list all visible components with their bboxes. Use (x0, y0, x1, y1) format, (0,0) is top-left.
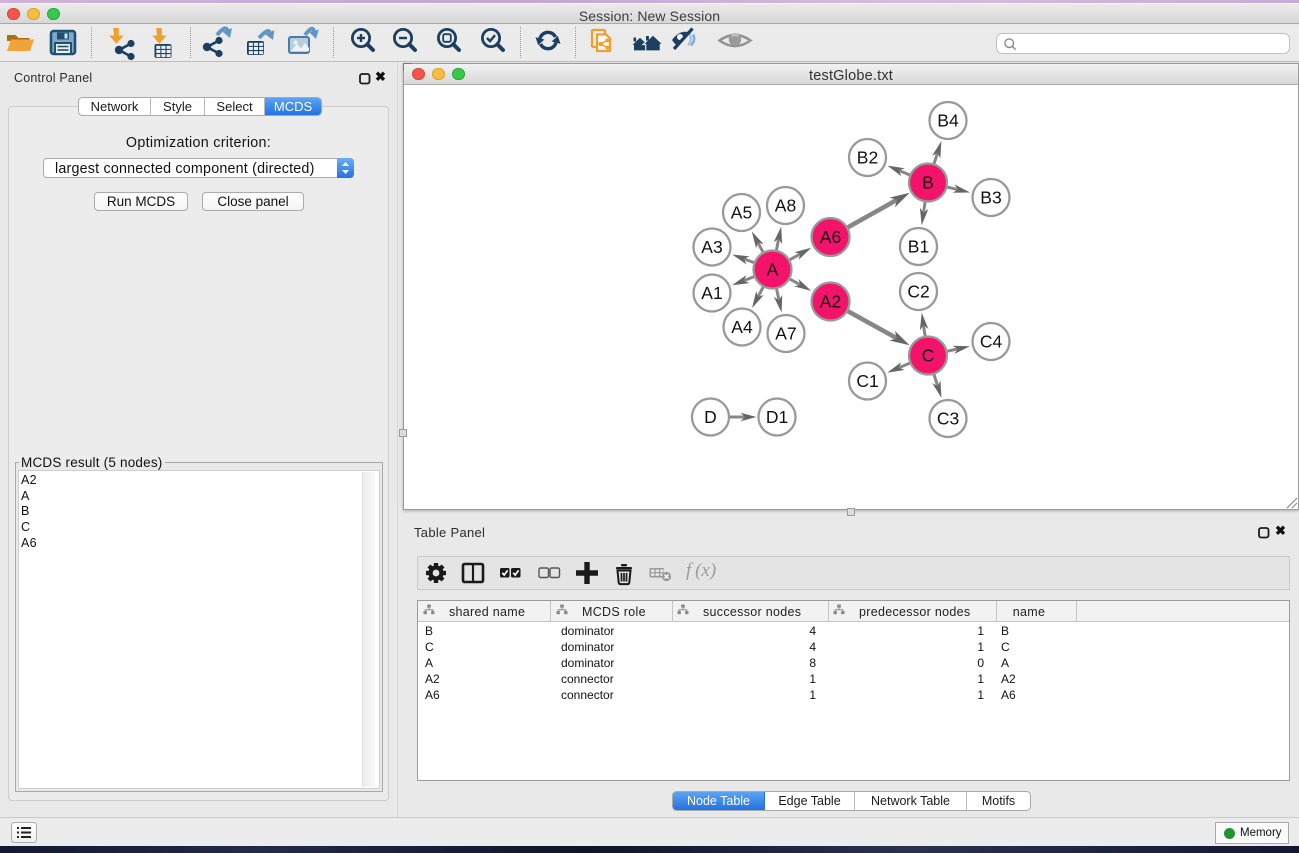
svg-text:C3: C3 (937, 409, 959, 429)
svg-text:D: D (704, 407, 717, 427)
svg-text:B1: B1 (908, 237, 929, 257)
svg-text:C: C (922, 346, 935, 366)
svg-text:A: A (767, 260, 779, 280)
svg-text:B4: B4 (937, 111, 959, 131)
svg-text:A1: A1 (701, 283, 722, 303)
svg-text:A8: A8 (775, 196, 796, 216)
svg-text:A3: A3 (701, 237, 722, 257)
svg-text:A5: A5 (731, 203, 752, 223)
svg-text:C1: C1 (856, 371, 878, 391)
svg-text:A2: A2 (820, 292, 841, 312)
svg-text:D1: D1 (766, 407, 788, 427)
svg-text:C4: C4 (980, 332, 1003, 352)
svg-text:A4: A4 (731, 317, 753, 337)
svg-text:A7: A7 (775, 324, 796, 344)
svg-text:A6: A6 (820, 227, 841, 247)
svg-text:C2: C2 (907, 282, 929, 302)
svg-text:B2: B2 (857, 148, 878, 168)
svg-text:B: B (922, 173, 934, 193)
svg-text:B3: B3 (980, 188, 1001, 208)
